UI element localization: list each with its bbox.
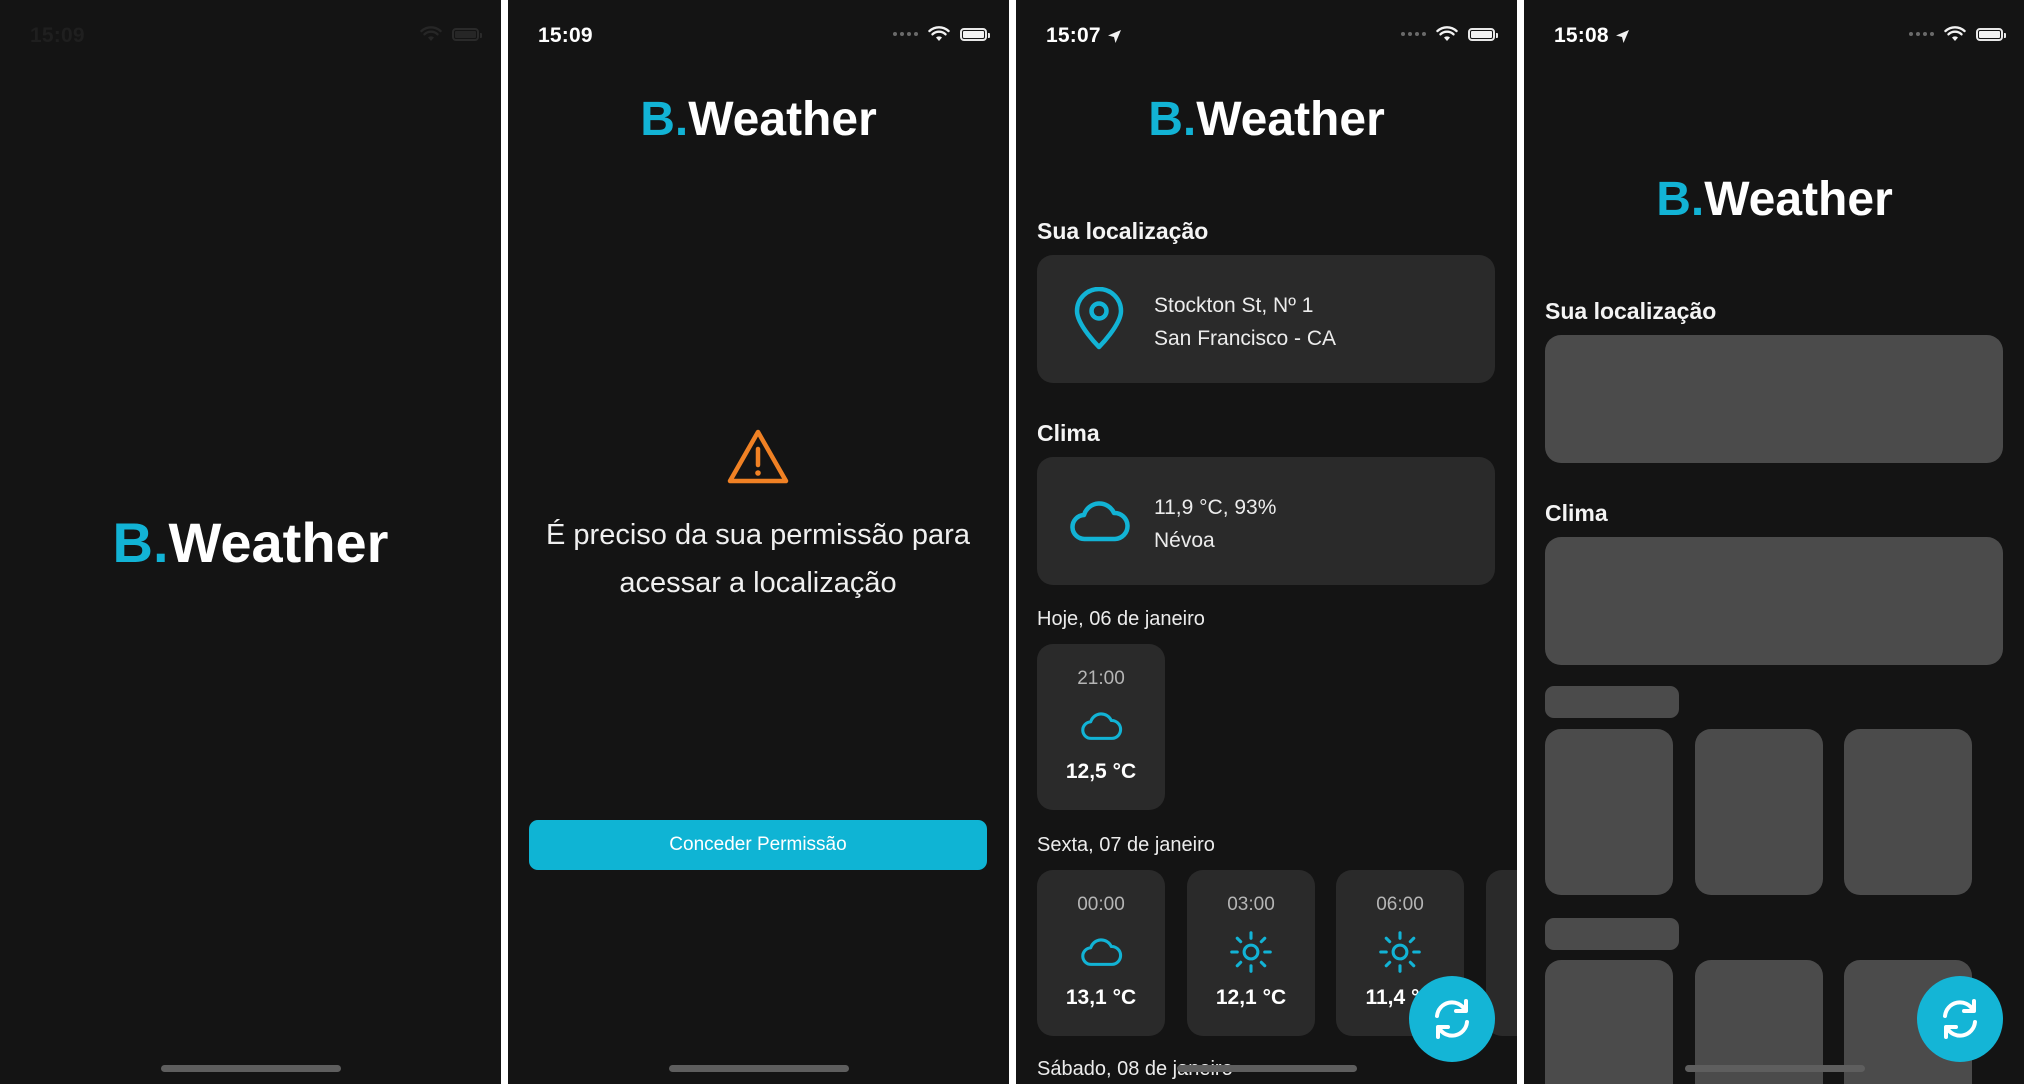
refresh-button[interactable] xyxy=(1409,976,1495,1062)
battery-icon xyxy=(960,27,990,41)
location-section-title: Sua localização xyxy=(1037,218,1209,244)
wifi-icon xyxy=(420,26,442,41)
permission-screen: 15:09 B.Weather É preciso da sua permiss… xyxy=(508,0,1009,1084)
hour-time: 00:00 xyxy=(1077,894,1125,915)
loading-screen: 15:08 B.Weather Sua localização Clima xyxy=(1524,0,2024,1084)
weather-condition: Névoa xyxy=(1154,529,1215,552)
status-time: 15:09 xyxy=(30,24,85,47)
hour-card-skeleton xyxy=(1545,729,1673,895)
battery-icon xyxy=(1976,27,2006,41)
hour-temp: 12,5 °C xyxy=(1065,760,1137,783)
hour-time: 21:00 xyxy=(1077,668,1125,689)
app-logo: B.Weather xyxy=(112,511,389,574)
home-indicator xyxy=(1176,1065,1357,1072)
day-title-skeleton xyxy=(1545,686,1679,718)
status-bar: 15:09 xyxy=(508,0,1009,70)
hour-temp: 12,1 °C xyxy=(1215,986,1287,1009)
hour-card: 21:00 12,5 °C xyxy=(1037,644,1165,810)
grant-permission-button[interactable]: Conceder Permissão xyxy=(529,820,987,870)
status-bar: 15:07 xyxy=(1016,0,1517,70)
refresh-icon xyxy=(1943,999,1977,1039)
hour-card-skeleton xyxy=(1695,729,1823,895)
warning-triangle-icon xyxy=(727,429,789,484)
hour-time: 06:00 xyxy=(1376,894,1424,915)
location-arrow-icon xyxy=(1615,29,1629,43)
hour-card: 03:00 12,1 °C xyxy=(1187,870,1315,1036)
status-time: 15:08 xyxy=(1554,24,1630,48)
home-indicator xyxy=(1684,1065,1865,1072)
hour-temp: 13,1 °C xyxy=(1065,986,1137,1009)
signal-icon xyxy=(1909,32,1934,36)
location-city: San Francisco - CA xyxy=(1154,327,1337,350)
hour-card: 00:00 13,1 °C xyxy=(1037,870,1165,1036)
hour-time: 03:00 xyxy=(1227,894,1275,915)
map-pin-icon xyxy=(1074,287,1124,350)
battery-icon xyxy=(452,27,482,41)
weather-screen: 15:07 B.Weather Sua localização Stockton… xyxy=(1016,0,1517,1084)
location-address: Stockton St, Nº 1 xyxy=(1154,294,1314,317)
home-indicator xyxy=(668,1065,849,1072)
status-bar: 15:08 xyxy=(1524,0,2024,70)
refresh-icon xyxy=(1435,999,1469,1039)
wifi-icon xyxy=(1944,26,1966,41)
app-logo: B.Weather xyxy=(640,93,877,146)
refresh-button[interactable] xyxy=(1917,976,2003,1062)
status-time: 15:07 xyxy=(1046,24,1122,48)
weather-section-title: Clima xyxy=(1037,420,1100,446)
location-arrow-icon xyxy=(1107,29,1121,43)
weather-section-title: Clima xyxy=(1545,500,1608,526)
hour-card-skeleton xyxy=(1844,729,1972,895)
signal-icon xyxy=(893,32,918,36)
weather-card: 11,9 °C, 93% Névoa xyxy=(1037,457,1495,585)
weather-card-skeleton xyxy=(1545,537,2003,665)
grant-permission-label: Conceder Permissão xyxy=(669,834,847,855)
app-logo: B.Weather xyxy=(1656,173,1893,226)
hour-card-skeleton xyxy=(1545,960,1673,1084)
cloud-icon xyxy=(1081,712,1123,740)
wifi-icon xyxy=(1436,26,1458,41)
status-time: 15:09 xyxy=(538,24,593,47)
weather-temp-humidity: 11,9 °C, 93% xyxy=(1154,496,1277,519)
day-title: Hoje, 06 de janeiro xyxy=(1037,608,1205,630)
permission-message: É preciso da sua permissão para acessar … xyxy=(546,519,970,599)
app-logo: B.Weather xyxy=(1148,93,1385,146)
location-card-skeleton xyxy=(1545,335,2003,463)
battery-icon xyxy=(1468,27,1498,41)
location-section-title: Sua localização xyxy=(1545,298,1717,324)
day-title-skeleton xyxy=(1545,918,1679,950)
signal-icon xyxy=(1401,32,1426,36)
day-title: Sexta, 07 de janeiro xyxy=(1037,834,1215,856)
splash-screen: 15:09 B.Weather xyxy=(0,0,501,1084)
sun-icon xyxy=(1230,931,1272,973)
cloud-icon xyxy=(1070,501,1130,542)
wifi-icon xyxy=(928,26,950,41)
home-indicator xyxy=(160,1065,341,1072)
sun-icon xyxy=(1379,931,1421,973)
status-bar: 15:09 xyxy=(0,0,501,70)
location-card: Stockton St, Nº 1 San Francisco - CA xyxy=(1037,255,1495,383)
cloud-icon xyxy=(1081,938,1123,966)
